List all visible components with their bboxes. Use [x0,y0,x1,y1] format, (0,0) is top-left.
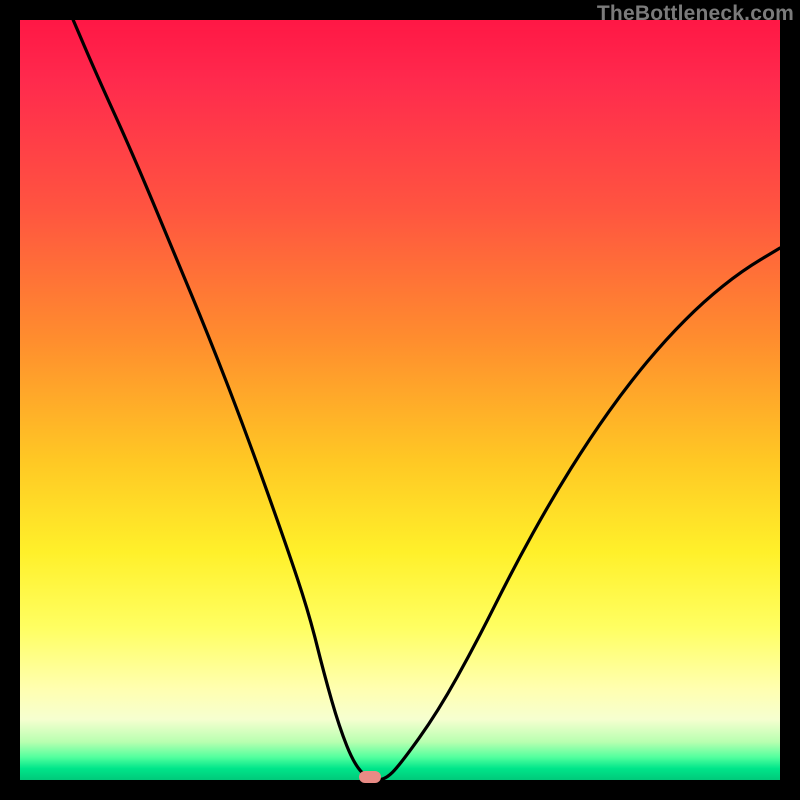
bottleneck-curve [20,20,780,780]
chart-frame: TheBottleneck.com [0,0,800,800]
optimum-marker [359,771,381,783]
plot-area [20,20,780,780]
